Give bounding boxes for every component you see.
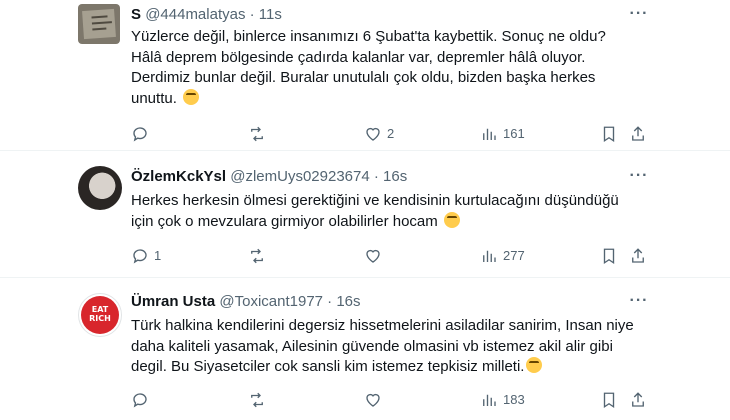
share-icon (632, 248, 644, 263)
repost-icon (251, 126, 263, 142)
bookmark-button[interactable] (600, 390, 618, 410)
like-button[interactable] (364, 390, 387, 410)
avatar-sign-image (82, 8, 116, 40)
more-options-icon[interactable]: ··· (628, 292, 650, 312)
reply-icon (133, 393, 147, 408)
tweet-text: Türk halkina kendilerini degersiz hisset… (131, 317, 634, 375)
action-bar: 183 (131, 390, 644, 410)
bookmark-button[interactable] (600, 246, 618, 266)
share-icon (632, 126, 644, 141)
share-icon (632, 392, 644, 407)
action-bar: 1 277 (131, 246, 644, 266)
handle[interactable]: @zlemUys02923674 (230, 168, 369, 185)
tweet-header: ÖzlemKckYsl @zlemUys02923674 · 16s (131, 167, 407, 187)
display-name[interactable]: ÖzlemKckYsl (131, 168, 226, 185)
views-chart-icon (483, 394, 496, 406)
reply-button[interactable]: 1 (131, 246, 161, 266)
more-options-icon[interactable]: ··· (628, 5, 650, 25)
avatar[interactable]: EAT RICH (78, 293, 122, 337)
tweet-text: Herkes herkesin ölmesi gerektiğini ve ke… (131, 192, 619, 230)
share-button[interactable] (629, 390, 647, 410)
timestamp[interactable]: · 16s (374, 168, 407, 185)
handle[interactable]: @444malatyas (145, 6, 245, 23)
handle[interactable]: @Toxicant1977 (219, 293, 323, 310)
reply-button[interactable] (131, 124, 154, 144)
tweet-header: S @444malatyas · 11s (131, 5, 282, 25)
tweet-text: Yüzlerce değil, binlerce insanımızı 6 Şu… (131, 28, 606, 107)
heart-icon (366, 127, 380, 141)
reply-icon (133, 249, 147, 264)
bookmark-button[interactable] (600, 124, 618, 144)
timestamp[interactable]: · 16s (327, 293, 360, 310)
heart-icon (366, 393, 380, 407)
avatar[interactable] (78, 166, 122, 210)
repost-button[interactable] (248, 124, 271, 144)
like-button[interactable] (364, 246, 387, 266)
avatar-logo-text: EAT RICH (89, 305, 111, 323)
tweet-1[interactable]: S @444malatyas · 11s ··· Yüzlerce değil,… (0, 0, 730, 151)
tweet-header: Ümran Usta @Toxicant1977 · 16s (131, 292, 361, 312)
reply-icon (133, 127, 147, 142)
repost-icon (251, 392, 263, 408)
views-button[interactable]: 161 (480, 124, 525, 144)
bookmark-icon (603, 126, 615, 143)
like-button[interactable]: 2 (364, 124, 394, 144)
repost-button[interactable] (248, 390, 271, 410)
reply-button[interactable] (131, 390, 154, 410)
bookmark-icon (603, 248, 615, 265)
views-button[interactable]: 277 (480, 246, 525, 266)
views-chart-icon (483, 128, 496, 140)
action-bar: 2 161 (131, 124, 644, 144)
share-button[interactable] (629, 246, 647, 266)
bookmark-icon (603, 392, 615, 409)
display-name[interactable]: Ümran Usta (131, 293, 215, 310)
timestamp[interactable]: · 11s (250, 6, 282, 23)
views-chart-icon (483, 250, 496, 262)
unamused-face-icon (526, 357, 543, 373)
views-button[interactable]: 183 (480, 390, 525, 410)
tears-of-joy-icon (443, 211, 460, 228)
repost-button[interactable] (248, 246, 271, 266)
display-name[interactable]: S (131, 6, 141, 23)
avatar[interactable] (78, 4, 120, 44)
pleading-face-icon (183, 88, 200, 105)
repost-icon (251, 248, 263, 264)
more-options-icon[interactable]: ··· (628, 167, 650, 187)
share-button[interactable] (629, 124, 647, 144)
heart-icon (366, 249, 380, 263)
